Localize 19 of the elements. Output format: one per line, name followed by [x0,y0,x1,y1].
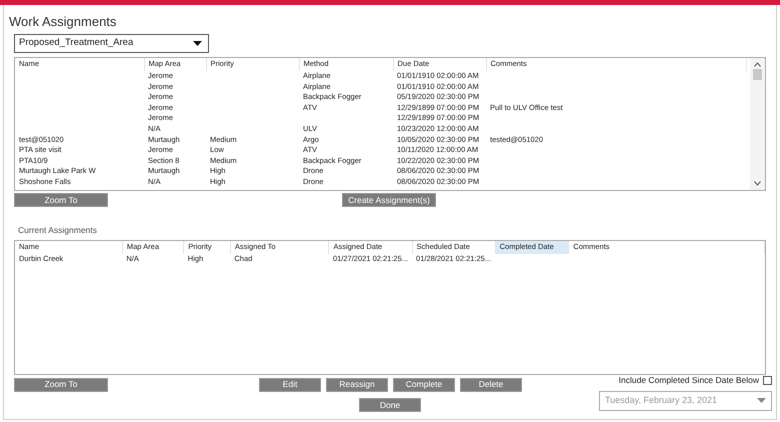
section-label: Current Assignments [18,224,98,237]
dropdown-arrow-icon [193,41,202,46]
done-button[interactable]: Done [359,398,421,412]
complete-button[interactable]: Complete [393,378,455,392]
scroll-up-icon[interactable] [754,62,761,67]
scroll-thumb[interactable] [753,69,762,80]
checkbox-label: Include Completed Since Date Below [618,374,759,386]
edit-button[interactable]: Edit [259,378,321,392]
zoom-to-button[interactable]: Zoom To [14,378,108,392]
include-completed-checkbox[interactable] [763,376,772,385]
scrollbar[interactable] [750,58,765,190]
delete-button[interactable]: Delete [460,378,522,392]
reassign-button[interactable]: Reassign [326,378,388,392]
layer-dropdown[interactable]: Proposed_Treatment_Area [14,34,209,53]
scroll-down-icon[interactable] [754,181,761,186]
create-assignment-button[interactable]: Create Assignment(s) [342,193,436,207]
zoom-to-button[interactable]: Zoom To [14,193,108,207]
page-title: Work Assignments [9,14,118,30]
dropdown-arrow-icon [757,398,766,403]
